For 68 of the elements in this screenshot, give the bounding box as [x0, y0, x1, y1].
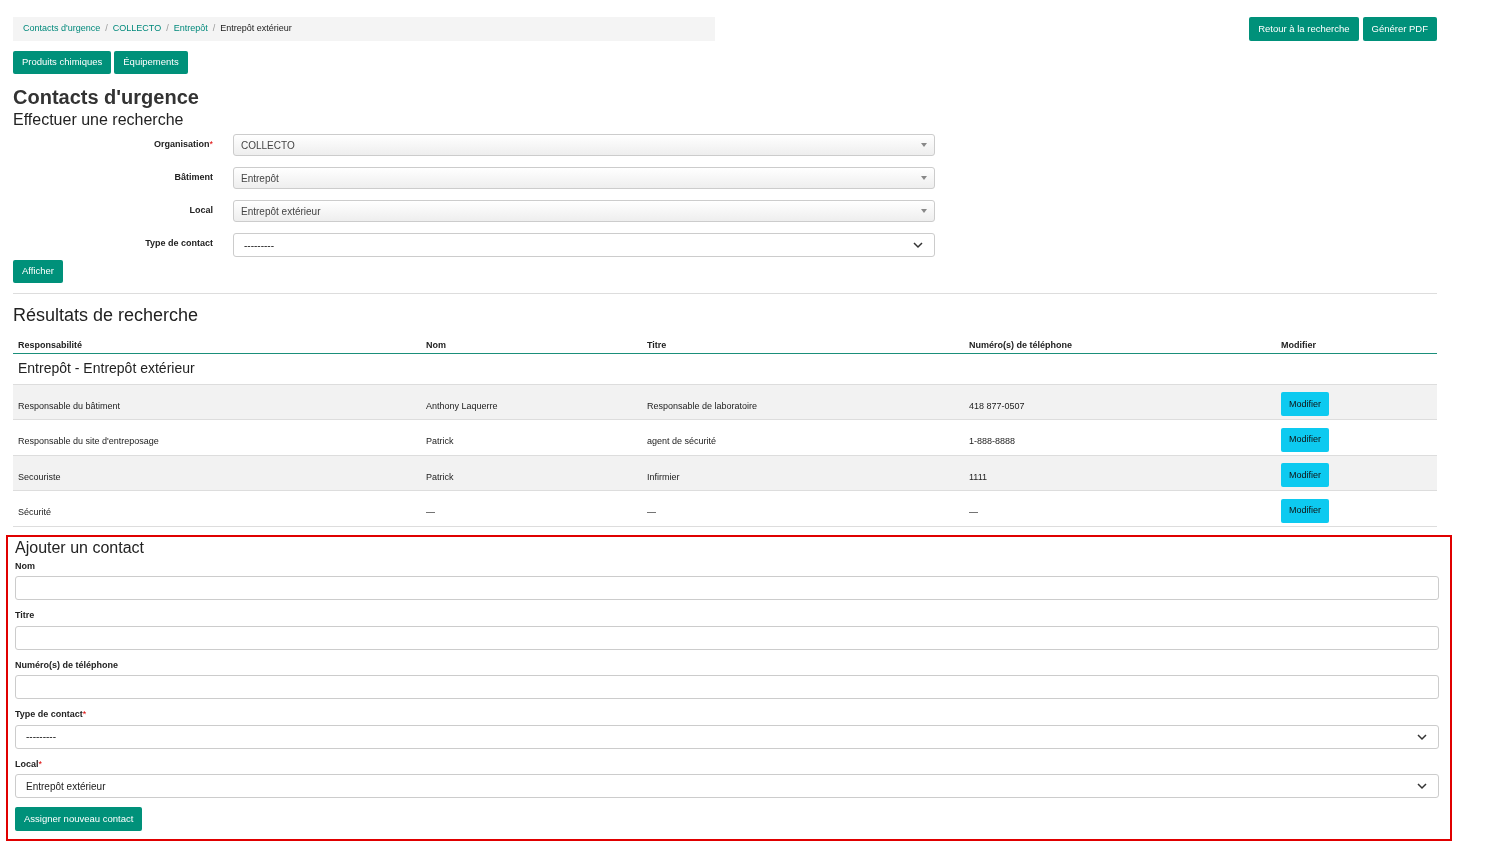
table-cell: agent de sécurité: [647, 436, 717, 447]
field-label: Local: [15, 757, 39, 771]
section-heading: Effectuer une recherche: [13, 110, 185, 130]
table-cell: Responsable du bâtiment: [18, 400, 121, 411]
table-cell: —: [647, 507, 656, 518]
column-header: Responsabilité: [18, 340, 82, 351]
section-heading: Ajouter un contact: [15, 537, 145, 558]
triangle-down-icon: [921, 176, 927, 180]
table-cell: —: [426, 507, 435, 518]
table-cell: Infirmier: [647, 471, 680, 482]
select-field[interactable]: COLLECTO: [233, 134, 935, 156]
table-cell: Patrick: [426, 436, 454, 447]
breadcrumb-link[interactable]: Entrepôt: [173, 22, 208, 36]
action-button[interactable]: Générer PDF: [1362, 17, 1437, 41]
column-header: Modifier: [1281, 340, 1316, 351]
breadcrumb-separator: /: [105, 22, 108, 36]
field-label: Nom: [15, 559, 35, 573]
breadcrumb-link[interactable]: Contacts d'urgence: [23, 22, 101, 36]
table-cell: Responsable de laboratoire: [647, 400, 758, 411]
input-field[interactable]: [15, 675, 1439, 700]
edit-button[interactable]: Modifier: [1281, 392, 1329, 417]
triangle-down-icon: [921, 209, 927, 213]
page-title: Contacts d'urgence: [13, 85, 200, 110]
breadcrumb-separator: /: [166, 22, 169, 36]
field-label: Type de contact: [145, 237, 213, 250]
table-cell: Anthony Laquerre: [426, 400, 498, 411]
required-mark: *: [209, 138, 213, 151]
action-button[interactable]: Retour à la recherche: [1249, 17, 1359, 41]
chevron-down-icon: [912, 239, 924, 251]
table-cell: Secouriste: [18, 471, 61, 482]
select-field[interactable]: Entrepôt: [233, 167, 935, 189]
column-header: Numéro(s) de téléphone: [969, 340, 1072, 351]
field-label: Numéro(s) de téléphone: [15, 658, 118, 672]
edit-button[interactable]: Modifier: [1281, 427, 1329, 452]
field-label: Organisation: [153, 138, 210, 151]
required-mark: *: [38, 757, 43, 771]
assign-button[interactable]: Assigner nouveau contact: [15, 807, 143, 832]
breadcrumb-link[interactable]: COLLECTO: [112, 22, 162, 36]
column-header: Nom: [426, 340, 446, 351]
field-label: Type de contact: [15, 708, 83, 722]
group-heading: Entrepôt - Entrepôt extérieur: [18, 359, 195, 379]
edit-button[interactable]: Modifier: [1281, 463, 1329, 488]
nav-button[interactable]: Produits chimiques: [13, 51, 112, 74]
breadcrumb-separator: /: [212, 22, 216, 36]
field-label: Titre: [15, 609, 35, 623]
select-field[interactable]: Entrepôt extérieur: [15, 774, 1439, 799]
field-label: Local: [189, 204, 213, 217]
table-cell: Responsable du site d'entreposage: [18, 436, 159, 447]
table-cell: 1-888-8888: [969, 436, 1016, 447]
field-label: Bâtiment: [174, 171, 213, 184]
breadcrumb-current: Entrepôt extérieur: [220, 22, 292, 36]
table-cell: 418 877-0507: [969, 400, 1025, 411]
input-field[interactable]: [15, 625, 1439, 650]
column-header: Titre: [647, 340, 667, 351]
section-heading: Résultats de recherche: [13, 303, 200, 326]
select-field[interactable]: Entrepôt extérieur: [233, 200, 935, 222]
show-button[interactable]: Afficher: [13, 259, 64, 283]
select-field[interactable]: ---------: [233, 233, 935, 257]
table-cell: Sécurité: [18, 507, 52, 518]
table-cell: Patrick: [426, 471, 454, 482]
edit-button[interactable]: Modifier: [1281, 498, 1329, 523]
table-cell: 1111: [969, 471, 988, 482]
select-field[interactable]: ---------: [15, 724, 1439, 749]
nav-button[interactable]: Équipements: [114, 51, 188, 74]
triangle-down-icon: [921, 143, 927, 147]
table-cell: —: [969, 507, 978, 518]
required-mark: *: [82, 708, 87, 722]
input-field[interactable]: [15, 576, 1439, 601]
